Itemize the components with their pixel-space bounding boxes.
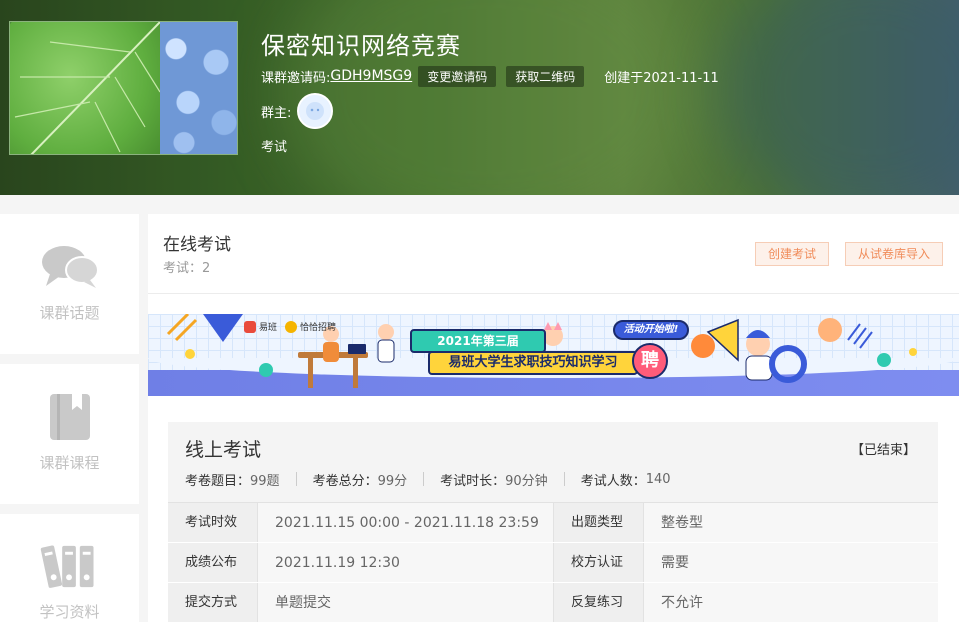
table-key: 提交方式 xyxy=(168,583,258,622)
create-exam-button[interactable]: 创建考试 xyxy=(755,242,830,266)
table-key: 出题类型 xyxy=(554,503,644,542)
banner-logos: 易班 恰恰招聘 xyxy=(244,320,336,333)
table-value: 需要 xyxy=(644,543,938,582)
stat-separator xyxy=(295,472,297,486)
course-title: 保密知识网络竞赛 xyxy=(261,32,461,60)
stat-separator xyxy=(563,472,565,486)
hydrangea-flowers xyxy=(160,22,237,154)
banner-headline: 2021年第三届 xyxy=(410,329,546,353)
table-value: 不允许 xyxy=(644,583,938,622)
banner-subline: 易班大学生求职技巧知识学习 xyxy=(428,351,638,375)
course-tag: 考试 xyxy=(261,140,288,155)
book-icon xyxy=(49,394,90,440)
created-date: 创建于2021-11-11 xyxy=(604,70,719,86)
invite-code[interactable]: GDH9MSG9 xyxy=(330,68,412,84)
binders-icon xyxy=(40,545,94,588)
table-key: 反复练习 xyxy=(554,583,644,622)
import-from-bank-button[interactable]: 从试卷库导入 xyxy=(845,242,944,266)
course-header: 保密知识网络竞赛 课群邀请码: GDH9MSG9 变更邀请码 获取二维码 创建于… xyxy=(0,0,959,195)
table-row: 提交方式 单题提交 反复练习 不允许 xyxy=(168,583,938,622)
exam-status-badge: 【已结束】 xyxy=(850,443,916,458)
logo-b: 恰恰招聘 xyxy=(300,323,337,333)
stat-value: 90分钟 xyxy=(505,474,548,489)
stat-value: 140 xyxy=(645,472,671,487)
invite-label: 课群邀请码: xyxy=(261,70,331,86)
logo-a: 易班 xyxy=(259,323,278,333)
table-key: 校方认证 xyxy=(554,543,644,582)
qiaqia-logo-icon xyxy=(285,320,298,333)
table-row: 考试时效 2021.11.15 00:00 - 2021.11.18 23:59… xyxy=(168,503,938,543)
sidebar-item-topics[interactable]: 课群话题 xyxy=(0,214,139,354)
sidebar-item-courses[interactable]: 课群课程 xyxy=(0,364,139,504)
invite-row: 课群邀请码: GDH9MSG9 变更邀请码 获取二维码 创建于2021-11-1… xyxy=(261,65,719,87)
divider xyxy=(148,293,959,294)
yiban-logo-icon xyxy=(244,320,256,333)
stat-label: 考试时长： xyxy=(440,474,506,489)
exam-stats: 考卷题目： 99题 考卷总分： 99分 考试时长： 90分钟 考试人数： 140 xyxy=(185,470,671,489)
table-key: 成绩公布 xyxy=(168,543,258,582)
exam-panel: 在线考试 考试：2 创建考试 从试卷库导入 易班 恰恰招聘 2021年第三届 易… xyxy=(148,214,959,622)
table-row: 成绩公布 2021.11.19 12:30 校方认证 需要 xyxy=(168,543,938,583)
stat-participants: 考试人数： 140 xyxy=(581,470,671,489)
exam-info-table: 考试时效 2021.11.15 00:00 - 2021.11.18 23:59… xyxy=(168,502,938,622)
table-key: 考试时效 xyxy=(168,503,258,542)
table-value: 单题提交 xyxy=(258,583,554,622)
owner-avatar[interactable] xyxy=(297,93,334,129)
exam-card[interactable]: 线上考试 【已结束】 考卷题目： 99题 考卷总分： 99分 考试时长： 90分… xyxy=(168,422,938,622)
banner-badge: 活动开始啦! xyxy=(613,320,689,340)
stat-label: 考试人数： xyxy=(580,474,646,489)
course-cover-image xyxy=(9,21,238,155)
section-title: 在线考试 xyxy=(163,235,231,255)
change-invite-code-button[interactable]: 变更邀请码 xyxy=(418,65,497,87)
get-qr-code-button[interactable]: 获取二维码 xyxy=(506,65,585,87)
owner-row: 群主: xyxy=(261,93,334,129)
stat-label: 考卷题目： xyxy=(185,474,251,489)
sidebar-item-label: 学习资料 xyxy=(39,603,100,621)
stat-total-score: 考卷总分： 99分 xyxy=(313,470,408,489)
promo-banner[interactable]: 易班 恰恰招聘 2021年第三届 易班大学生求职技巧知识学习 活动开始啦! 聘 xyxy=(148,314,959,396)
sidebar-item-label: 课群课程 xyxy=(39,454,100,472)
sidebar-item-materials[interactable]: 学习资料 xyxy=(0,514,139,622)
exam-title[interactable]: 线上考试 xyxy=(185,435,261,462)
avatar-face-icon xyxy=(306,102,325,120)
table-value: 整卷型 xyxy=(644,503,938,542)
sidebar-item-label: 课群话题 xyxy=(39,304,100,322)
stat-separator xyxy=(423,472,425,486)
exam-count: 考试：2 xyxy=(163,261,211,276)
table-value: 2021.11.15 00:00 - 2021.11.18 23:59 xyxy=(258,503,554,542)
stat-value: 99题 xyxy=(250,474,280,489)
stat-duration: 考试时长： 90分钟 xyxy=(440,470,548,489)
owner-label: 群主: xyxy=(261,105,292,121)
stat-questions: 考卷题目： 99题 xyxy=(185,470,280,489)
table-value: 2021.11.19 12:30 xyxy=(258,543,554,582)
banner-stamp: 聘 xyxy=(632,343,668,379)
chat-bubbles-icon xyxy=(41,246,99,288)
stat-value: 99分 xyxy=(377,474,408,489)
stat-label: 考卷总分： xyxy=(312,474,378,489)
